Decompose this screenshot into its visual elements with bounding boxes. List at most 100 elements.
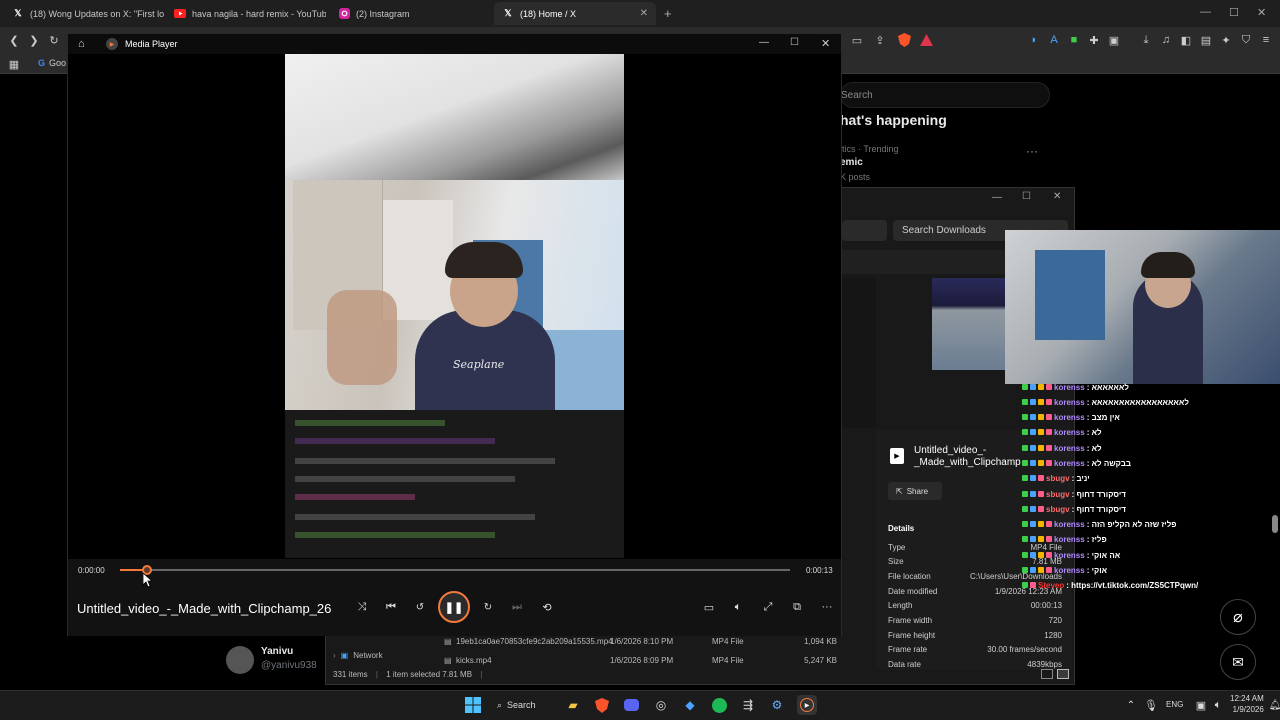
- scrollbar-thumb[interactable]: [1272, 515, 1278, 533]
- subtitles-icon[interactable]: ▭: [700, 598, 718, 616]
- brave-shields-icon[interactable]: [896, 32, 912, 48]
- vpn-icon[interactable]: ⛉: [1238, 32, 1254, 48]
- translate-icon[interactable]: A: [1046, 32, 1062, 48]
- address-field[interactable]: [842, 220, 887, 241]
- extension-icon[interactable]: ◗: [1026, 32, 1042, 48]
- rewind-10-icon[interactable]: ↺: [411, 598, 429, 616]
- stream-webcam: [1005, 230, 1280, 384]
- music-icon[interactable]: ♫: [1158, 32, 1174, 48]
- volume-icon[interactable]: 🔈︎: [729, 598, 747, 616]
- x-search-input[interactable]: Search: [840, 82, 1050, 108]
- messages-button[interactable]: ✉: [1220, 644, 1256, 680]
- pause-button[interactable]: ❚❚: [438, 591, 470, 623]
- media-player-taskbar-icon[interactable]: ▶: [797, 695, 817, 715]
- network-icon: ▣: [340, 651, 349, 660]
- shuffle-icon[interactable]: ⤨: [353, 598, 371, 616]
- share-icon[interactable]: ⇪: [872, 32, 888, 48]
- back-icon[interactable]: ❮: [6, 32, 22, 48]
- tab-wong-updates[interactable]: 𝕏 (18) Wong Updates on X: "First look: [4, 2, 164, 25]
- chat-message: korenss: לאאאאאאאאאאאאאאאאא: [1022, 395, 1189, 409]
- close-tab-icon[interactable]: ✕: [640, 8, 648, 19]
- new-tab-icon[interactable]: +: [664, 6, 672, 21]
- forward-30-icon[interactable]: ↻: [479, 598, 497, 616]
- extension-icon[interactable]: ■: [1066, 32, 1082, 48]
- volume-icon[interactable]: 🔈︎: [1208, 695, 1228, 715]
- detail-row-frame-height: Frame height 1280: [888, 631, 1062, 640]
- forward-icon[interactable]: ❯: [26, 32, 42, 48]
- apps-grid-icon[interactable]: ▦: [6, 56, 22, 72]
- clock[interactable]: 12:24 AM 1/9/2026: [1230, 693, 1264, 715]
- minimize-icon[interactable]: —: [992, 192, 1002, 203]
- notifications-icon[interactable]: 🔔︎: [1265, 695, 1280, 715]
- video-webcam-section: Seaplane: [285, 180, 624, 410]
- x-logo-icon: 𝕏: [14, 8, 22, 18]
- grok-icon: ⌀: [1233, 609, 1243, 626]
- details-view-icon[interactable]: [1041, 669, 1053, 679]
- minimize-icon[interactable]: —: [759, 37, 769, 48]
- chat-message: korenss: אין מצב: [1022, 410, 1120, 424]
- start-icon[interactable]: [463, 695, 483, 715]
- tab-x-home[interactable]: 𝕏 (18) Home / X ✕: [494, 2, 656, 25]
- chat-message: sbugv: דיסקורד דחוף: [1022, 487, 1126, 501]
- video-frame[interactable]: Seaplane: [285, 54, 624, 558]
- seek-bar[interactable]: [120, 565, 790, 575]
- home-icon[interactable]: ⌂: [78, 38, 85, 50]
- fullscreen-icon[interactable]: ⤢: [759, 598, 777, 616]
- nav-item-network[interactable]: › ▣ Network: [333, 651, 383, 660]
- media-player-window: ⌂ ▶ Media Player — ☐ ✕ Seaplane 0:00:00 …: [67, 33, 842, 636]
- taskbar-search[interactable]: ⌕ Search: [497, 696, 555, 714]
- maximize-icon[interactable]: ☐: [1229, 6, 1239, 19]
- tab-label: hava nagila - hard remix - YouTube: [192, 8, 326, 19]
- file-row[interactable]: ▤ kicks.mp4 1/6/2026 8:09 PM MP4 File 5,…: [444, 656, 839, 665]
- close-icon[interactable]: ✕: [1053, 191, 1061, 202]
- minimize-icon[interactable]: —: [1200, 6, 1211, 18]
- grok-button[interactable]: ⌀: [1220, 599, 1256, 635]
- video-blurred-top: [285, 54, 624, 180]
- tab-youtube[interactable]: hava nagila - hard remix - YouTube: [166, 2, 326, 25]
- tab-label: (2) Instagram: [356, 8, 410, 19]
- file-explorer-icon[interactable]: ▰: [563, 695, 583, 715]
- bookmark-google[interactable]: G Goo: [38, 58, 66, 68]
- app-icon[interactable]: ◆: [680, 695, 700, 715]
- screenshot-icon[interactable]: ▭: [849, 32, 865, 48]
- leo-ai-icon[interactable]: ✦: [1218, 32, 1234, 48]
- thumbnail-view-icon[interactable]: [1057, 669, 1069, 679]
- next-icon[interactable]: ⏭: [508, 598, 526, 616]
- steam-like-icon[interactable]: ◎: [651, 695, 671, 715]
- download-icon[interactable]: ⤓: [1138, 32, 1154, 48]
- chat-message: korenss: לאאאאאא: [1022, 380, 1129, 394]
- chat-message: sbugv: יניב: [1022, 471, 1090, 485]
- calendar-icon[interactable]: ▣: [1106, 32, 1122, 48]
- mini-player-icon[interactable]: ⧉: [788, 598, 806, 616]
- tab-label: (18) Wong Updates on X: "First look: [30, 8, 164, 19]
- file-row[interactable]: ▤ 19eb1ca0ae70853cfe9c2ab209a15535.mp4 1…: [444, 637, 839, 646]
- extensions-icon[interactable]: ✚: [1086, 32, 1102, 48]
- x-account-switcher[interactable]: Yanivu @yanivu938: [226, 644, 336, 678]
- maximize-icon[interactable]: ☐: [790, 37, 799, 48]
- maximize-icon[interactable]: ☐: [1022, 191, 1031, 202]
- more-options-icon[interactable]: ···: [818, 598, 836, 616]
- previous-icon[interactable]: ⏮: [382, 598, 400, 616]
- wallet-icon[interactable]: ▤: [1198, 32, 1214, 48]
- steam-icon[interactable]: ⚙: [767, 695, 787, 715]
- language-indicator[interactable]: ENG: [1166, 700, 1183, 709]
- chat-message: korenss: אוקי: [1022, 563, 1107, 577]
- discord-icon[interactable]: [621, 695, 641, 715]
- app-icon[interactable]: ⇶: [738, 695, 758, 715]
- mouse-cursor-icon: [143, 573, 153, 588]
- tab-instagram[interactable]: (2) Instagram: [330, 2, 490, 25]
- sidebar-icon[interactable]: ◧: [1178, 32, 1194, 48]
- repeat-off-icon[interactable]: ⟲: [538, 598, 556, 616]
- share-button[interactable]: ⇱ Share: [888, 482, 942, 500]
- chat-message: korenss: בבקשה לא: [1022, 456, 1131, 470]
- spotify-icon[interactable]: [709, 695, 729, 715]
- close-window-icon[interactable]: ✕: [1257, 6, 1266, 19]
- close-icon[interactable]: ✕: [821, 37, 830, 50]
- brave-browser-icon[interactable]: [592, 695, 612, 715]
- more-options-icon[interactable]: ···: [1026, 144, 1038, 158]
- menu-icon[interactable]: ≡: [1258, 32, 1274, 48]
- reload-icon[interactable]: ↻: [46, 32, 62, 48]
- microphone-icon[interactable]: 🎙︎: [1141, 695, 1161, 715]
- chevron-up-icon[interactable]: ⌃: [1121, 695, 1141, 715]
- brave-rewards-icon[interactable]: [918, 32, 934, 48]
